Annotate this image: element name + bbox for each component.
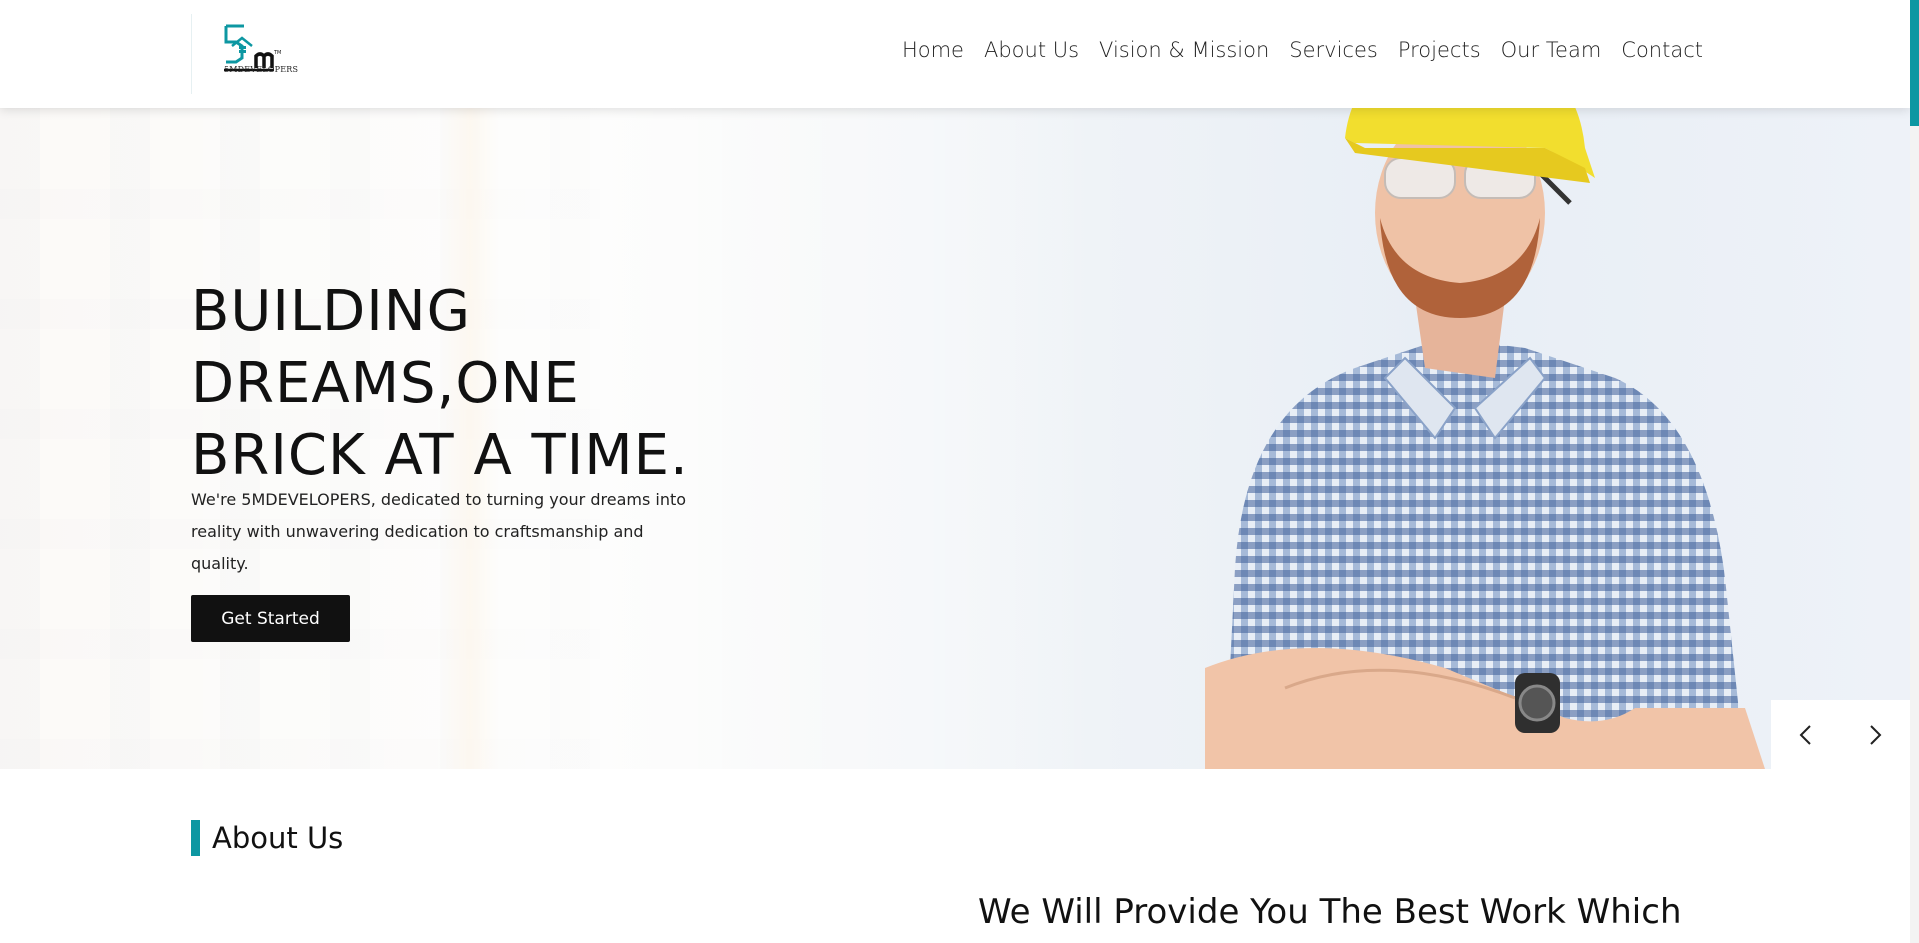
hero-worker-image	[1205, 108, 1765, 769]
scrollbar-thumb[interactable]	[1910, 0, 1919, 126]
hero-slider: BUILDING DREAMS,ONE BRICK AT A TIME. We'…	[0, 108, 1910, 769]
chevron-right-icon	[1870, 725, 1882, 745]
get-started-button[interactable]: Get Started	[191, 595, 350, 642]
hero-title-line: BUILDING	[191, 278, 472, 344]
nav-our-team[interactable]: Our Team	[1501, 38, 1602, 62]
nav-about-us[interactable]: About Us	[984, 38, 1079, 62]
slider-prev-button[interactable]	[1791, 720, 1821, 750]
hero-title-line: DREAMS,ONE	[191, 350, 580, 416]
site-header: TM 5MDEVELOPERS Home About Us Vision & Mis…	[0, 0, 1910, 108]
hero-title-line: BRICK AT A TIME.	[191, 422, 689, 488]
svg-text:TM: TM	[273, 50, 281, 56]
main-nav: Home About Us Vision & Mission Services Proj…	[882, 38, 1703, 62]
hero-description: We're 5MDEVELOPERS, dedicated to turning…	[191, 490, 687, 573]
logo-wordmark: 5MDEVELOPERS	[224, 65, 299, 74]
nav-contact[interactable]: Contact	[1621, 38, 1703, 62]
logo-link[interactable]: TM 5MDEVELOPERS	[191, 14, 299, 94]
company-logo: TM	[224, 24, 281, 72]
hero-title: BUILDING DREAMS,ONE BRICK AT A TIME.	[191, 276, 751, 492]
about-title: About Us	[212, 821, 344, 855]
chevron-left-icon	[1799, 725, 1811, 745]
nav-home[interactable]: Home	[902, 38, 964, 62]
about-section-heading: About Us	[191, 820, 343, 856]
slider-navigation	[1771, 700, 1910, 770]
about-subheading: We Will Provide You The Best Work Which	[978, 892, 1682, 932]
heading-accent-bar	[191, 820, 200, 856]
slider-next-button[interactable]	[1860, 720, 1890, 750]
nav-services[interactable]: Services	[1289, 38, 1378, 62]
scrollbar-track[interactable]	[1910, 0, 1919, 943]
nav-projects[interactable]: Projects	[1398, 38, 1481, 62]
nav-vision-mission[interactable]: Vision & Mission	[1099, 38, 1269, 62]
